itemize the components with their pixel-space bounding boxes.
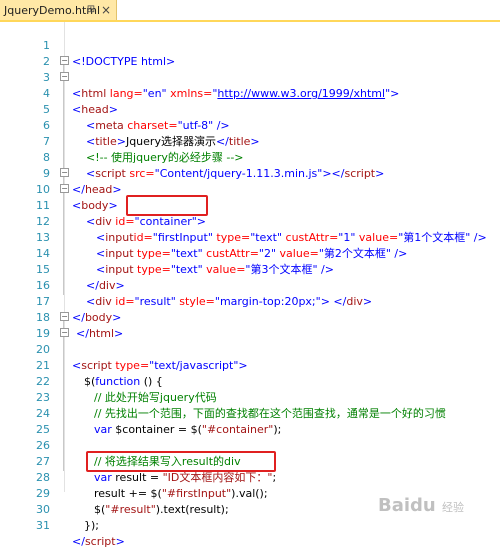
code-line: 22 // 此处开始写jquery代码 (0, 358, 500, 404)
line-number: 31 (36, 519, 50, 532)
code-line: 13 <input type="text" custAttr="2" value… (0, 214, 500, 260)
tab-jquerydemo-html[interactable]: JqueryDemo.html ⊞ × (0, 0, 117, 20)
code-line: 23 // 先找出一个范围，下面的查找都在这个范围查找，通常是一个好的习惯 (0, 374, 500, 420)
code-token: script (84, 535, 116, 548)
code-line: 12 <inputid="firstInput" type="text" cus… (0, 198, 500, 244)
code-line: 24 var $container = $("#container"); (0, 390, 500, 436)
pin-icon[interactable]: ⊞ (84, 3, 98, 17)
code-line: 5 <meta charset="utf-8" /> (0, 86, 500, 132)
code-line: 16 <div id="result" style="margin-top:20… (0, 262, 500, 308)
code-line: 15 </div> (0, 246, 500, 292)
close-icon[interactable]: × (99, 3, 113, 17)
highlight-val-line (86, 451, 276, 472)
code-token: }); (84, 519, 99, 532)
code-line: 11 <div id="container"> (0, 182, 500, 228)
code-line: 6 <title>Jquery选择器演示</title> (0, 102, 500, 148)
code-line: 3 <html lang="en" xmlns="http://www.w3.o… (0, 54, 500, 100)
baidu-watermark: Baidu 经验 (378, 495, 465, 516)
code-line: 14 <input type="text" value="第3个文本框" /> (0, 230, 500, 276)
code-line: 7 <!-- 使用jquery的必经步骤 --> (0, 118, 500, 164)
code-line: 10 <body> (0, 166, 500, 212)
code-line: 2 (0, 38, 500, 68)
code-line: 25 (0, 406, 500, 436)
code-line: 18 </html> (0, 294, 500, 340)
code-line: 8 <script src="Content/jquery-1.11.3.min… (0, 134, 500, 180)
code-line: 9 </head> (0, 150, 500, 196)
code-line: 19 (0, 310, 500, 340)
code-line: 1 <!DOCTYPE html> (0, 22, 500, 68)
code-line: 26 // 将选择结果写入result的div (0, 422, 500, 468)
code-line: 20 <script type="text/javascript"> (0, 326, 500, 372)
code-line: 17 </body> (0, 278, 500, 324)
code-editor[interactable]: − − − − − − 1 <!DOCTYPE html> 2 3 <html … (0, 22, 500, 516)
highlight-firstinput-id (126, 195, 208, 216)
code-line: 4 <head> (0, 70, 500, 116)
code-line: 29 $("#result").text(result); (0, 470, 500, 516)
code-line: 21 $(function () { (0, 342, 500, 388)
document-tab-strip: JqueryDemo.html ⊞ × (0, 0, 500, 22)
